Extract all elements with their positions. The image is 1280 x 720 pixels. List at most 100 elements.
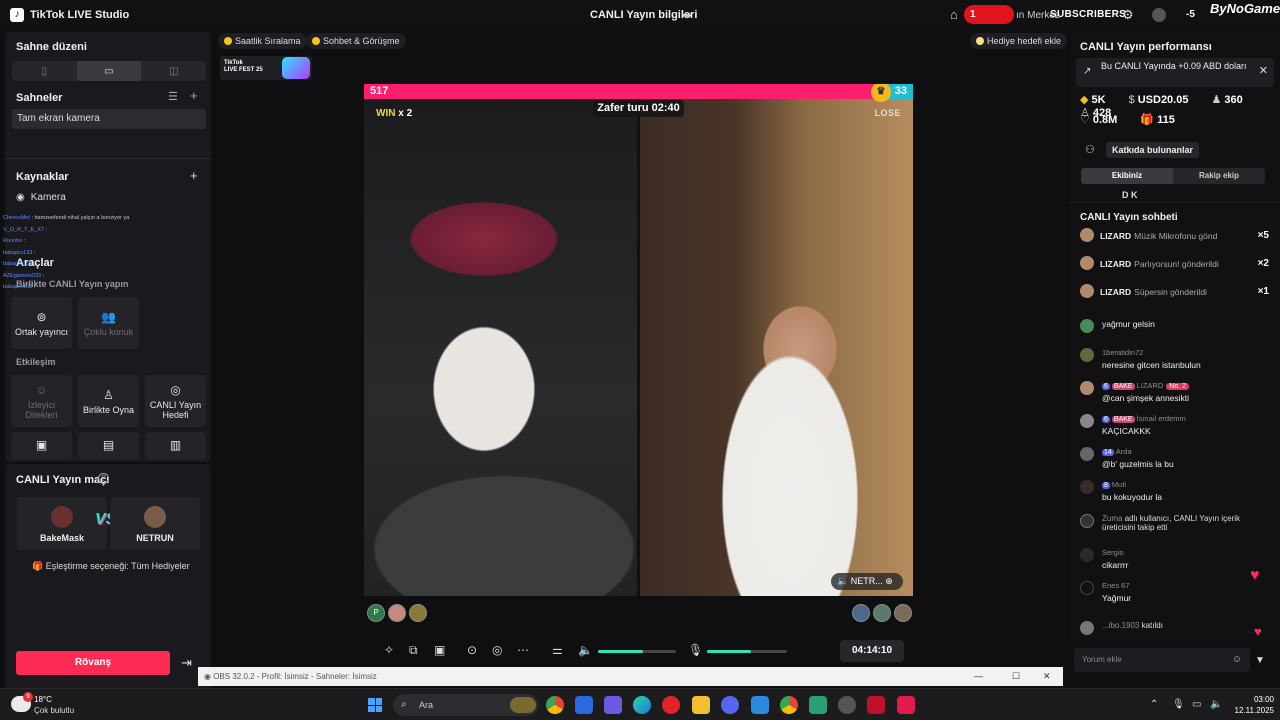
tool-button-extra-3[interactable]: ▥ bbox=[145, 432, 206, 460]
mail-icon[interactable] bbox=[751, 696, 769, 714]
opponent-name: NETR... bbox=[850, 576, 883, 586]
obs-title: OBS 32.0.2 - Profil: İsimsiz - Sahneler:… bbox=[213, 672, 377, 681]
microphone-icon[interactable]: 🎙 bbox=[1172, 699, 1185, 710]
taskbar: 9 18°C Çok bulutlu ⌕ Ara ⌃ 🎙 ▭ 🔈 03:00 12… bbox=[0, 688, 1280, 720]
edge-icon[interactable] bbox=[633, 696, 651, 714]
tiktok-logo-icon: ♪ bbox=[10, 8, 24, 22]
viewer-avatar[interactable]: P bbox=[367, 604, 385, 622]
screen-icon[interactable]: ▣ bbox=[434, 643, 445, 657]
target-icon[interactable]: ◎ bbox=[492, 643, 502, 657]
more-icon[interactable]: ⋯ bbox=[517, 643, 529, 657]
tool-button-extra-2[interactable]: ▤ bbox=[78, 432, 139, 460]
player-card-right[interactable]: NETRUN bbox=[110, 497, 200, 550]
viewer-avatar[interactable] bbox=[873, 604, 891, 622]
viewer-avatar[interactable] bbox=[852, 604, 870, 622]
close-icon[interactable]: ✕ bbox=[1043, 667, 1051, 686]
chat-meet-chip[interactable]: Sohbet & Görüşme bbox=[306, 33, 406, 49]
match-panel: CANLI Yayın maçı ? BakeMask VS NETRUN 🎁 … bbox=[5, 464, 211, 692]
maximize-icon[interactable]: ☐ bbox=[1012, 667, 1020, 686]
obs-icon[interactable] bbox=[838, 696, 856, 714]
tab-rival-team[interactable]: Rakip ekip bbox=[1173, 168, 1265, 184]
windows-start-icon[interactable] bbox=[368, 698, 382, 712]
game-widget-icon[interactable] bbox=[510, 697, 536, 713]
viewer-avatar[interactable] bbox=[894, 604, 912, 622]
play-together-button[interactable]: ♙ Birlikte Oyna bbox=[78, 375, 139, 427]
source-camera[interactable]: ◉ Kamera bbox=[16, 192, 66, 203]
viewer-avatar[interactable] bbox=[388, 604, 406, 622]
multi-guest-button[interactable]: 👥 Çoklu konuk bbox=[78, 297, 139, 349]
live-goal-button[interactable]: ◎ CANLI Yayın Hedefi bbox=[145, 375, 206, 427]
comment-input[interactable]: Yorum ekle ☺ bbox=[1074, 648, 1250, 672]
lose-label: LOSE bbox=[874, 108, 901, 118]
overlay-line: babapro133 : bbox=[3, 261, 36, 267]
magic-wand-icon[interactable]: ✧ bbox=[384, 643, 394, 657]
chrome-icon[interactable] bbox=[546, 696, 564, 714]
tab-your-team[interactable]: Ekibiniz bbox=[1081, 168, 1173, 184]
minimize-icon[interactable]: — bbox=[974, 667, 983, 686]
gear-icon[interactable]: ⚙ bbox=[1122, 7, 1134, 23]
youtube-icon[interactable] bbox=[867, 696, 885, 714]
notification-pill[interactable]: 1 bbox=[964, 5, 1014, 24]
portrait-layout-icon[interactable]: ▯ bbox=[12, 61, 77, 81]
contributors-button[interactable]: Katkıda bulunanlar bbox=[1106, 142, 1200, 158]
temperature: 18°C bbox=[34, 695, 52, 704]
rematch-button[interactable]: Rövanş bbox=[16, 651, 170, 675]
obs-window-bar[interactable]: ◉ OBS 32.0.2 - Profil: İsimsiz - Sahnele… bbox=[198, 667, 1063, 686]
home-icon[interactable]: ⌂ bbox=[950, 7, 958, 22]
avatar[interactable] bbox=[1152, 8, 1166, 22]
scene-item[interactable]: Tam ekran kamera bbox=[12, 109, 206, 129]
stats-row-2: ♡ 0.8M 🎁 115 bbox=[1080, 113, 1275, 126]
hourly-ranking-chip[interactable]: Saatlik Sıralama bbox=[218, 33, 307, 49]
dollar-icon: $ bbox=[1128, 94, 1135, 106]
tiktok-icon[interactable] bbox=[897, 696, 915, 714]
emoji-icon[interactable]: ☺ bbox=[1232, 648, 1242, 672]
opera-icon[interactable] bbox=[662, 696, 680, 714]
chrome-icon[interactable] bbox=[780, 696, 798, 714]
add-source-icon[interactable]: + bbox=[190, 168, 198, 183]
gift-icon: 🎁 bbox=[32, 561, 46, 571]
sliders-icon[interactable]: ⚌ bbox=[552, 643, 563, 657]
discord-icon[interactable] bbox=[721, 696, 739, 714]
app-icon[interactable] bbox=[809, 696, 827, 714]
list-icon[interactable]: ☰ bbox=[168, 90, 178, 103]
record-icon[interactable]: ⊙ bbox=[467, 643, 477, 657]
send-icon[interactable]: ▼ bbox=[1255, 655, 1265, 666]
folder-icon[interactable] bbox=[692, 696, 710, 714]
display-icon[interactable]: ▭ bbox=[1192, 699, 1201, 710]
opponent-pill[interactable]: 🔈 NETR... ⊕ bbox=[831, 573, 903, 590]
mic-fill bbox=[707, 650, 751, 653]
speaker-icon[interactable]: 🔈 bbox=[578, 643, 593, 657]
exit-icon[interactable]: ⇥ bbox=[181, 655, 192, 671]
fest-icon bbox=[282, 57, 310, 79]
teams-icon[interactable] bbox=[604, 696, 622, 714]
source-camera-label: Kamera bbox=[30, 192, 66, 203]
player-left-name: BakeMask bbox=[39, 533, 85, 543]
viewer-requests-button[interactable]: ☺ İzleyici Dilekleri bbox=[11, 375, 72, 427]
live-fest-badge[interactable]: TikTok LIVE FEST 25 bbox=[220, 56, 312, 80]
top-right-area: ⌂ 1 ın Merkez SUBSCRIBERS ⚙ -5 ByNoGame bbox=[950, 0, 1280, 30]
help-icon[interactable]: ? bbox=[98, 473, 109, 484]
mic-slider[interactable] bbox=[707, 650, 787, 653]
add-scene-icon[interactable]: + bbox=[190, 88, 198, 103]
archive-icon: ▤ bbox=[102, 437, 115, 452]
close-icon[interactable]: ✕ bbox=[1259, 66, 1268, 77]
avatar bbox=[1080, 256, 1094, 270]
stat-diamonds: ◆ 5K bbox=[1080, 94, 1106, 106]
chevron-up-icon[interactable]: ⌃ bbox=[1150, 699, 1158, 710]
chat-message: 1beratidin72 neresine gitcen istanbulun bbox=[1080, 348, 1270, 370]
player-card-left[interactable]: BakeMask bbox=[17, 497, 107, 550]
viewer-avatar[interactable] bbox=[409, 604, 427, 622]
speaker-icon[interactable]: 🔈 bbox=[1210, 699, 1222, 710]
share-icon[interactable]: ➦ bbox=[682, 8, 692, 22]
co-host-button[interactable]: ⊚ Ortak yayıncı bbox=[11, 297, 72, 349]
microphone-icon[interactable]: 🎙 bbox=[688, 643, 703, 657]
effects-icon[interactable]: ⧉ bbox=[409, 643, 418, 658]
split-layout-icon[interactable]: ◫ bbox=[141, 61, 206, 81]
app-icon[interactable] bbox=[575, 696, 593, 714]
tool-button-extra-1[interactable]: ▣ bbox=[11, 432, 72, 460]
volume-slider[interactable] bbox=[598, 650, 676, 653]
overlay-line: AZEgamers033 : bbox=[3, 272, 45, 279]
clock[interactable]: 03:00 12.11.2025 bbox=[1226, 694, 1274, 716]
gift-goal-chip[interactable]: Hediye hedefi ekle bbox=[970, 33, 1068, 49]
landscape-layout-icon[interactable]: ▭ bbox=[76, 61, 142, 81]
